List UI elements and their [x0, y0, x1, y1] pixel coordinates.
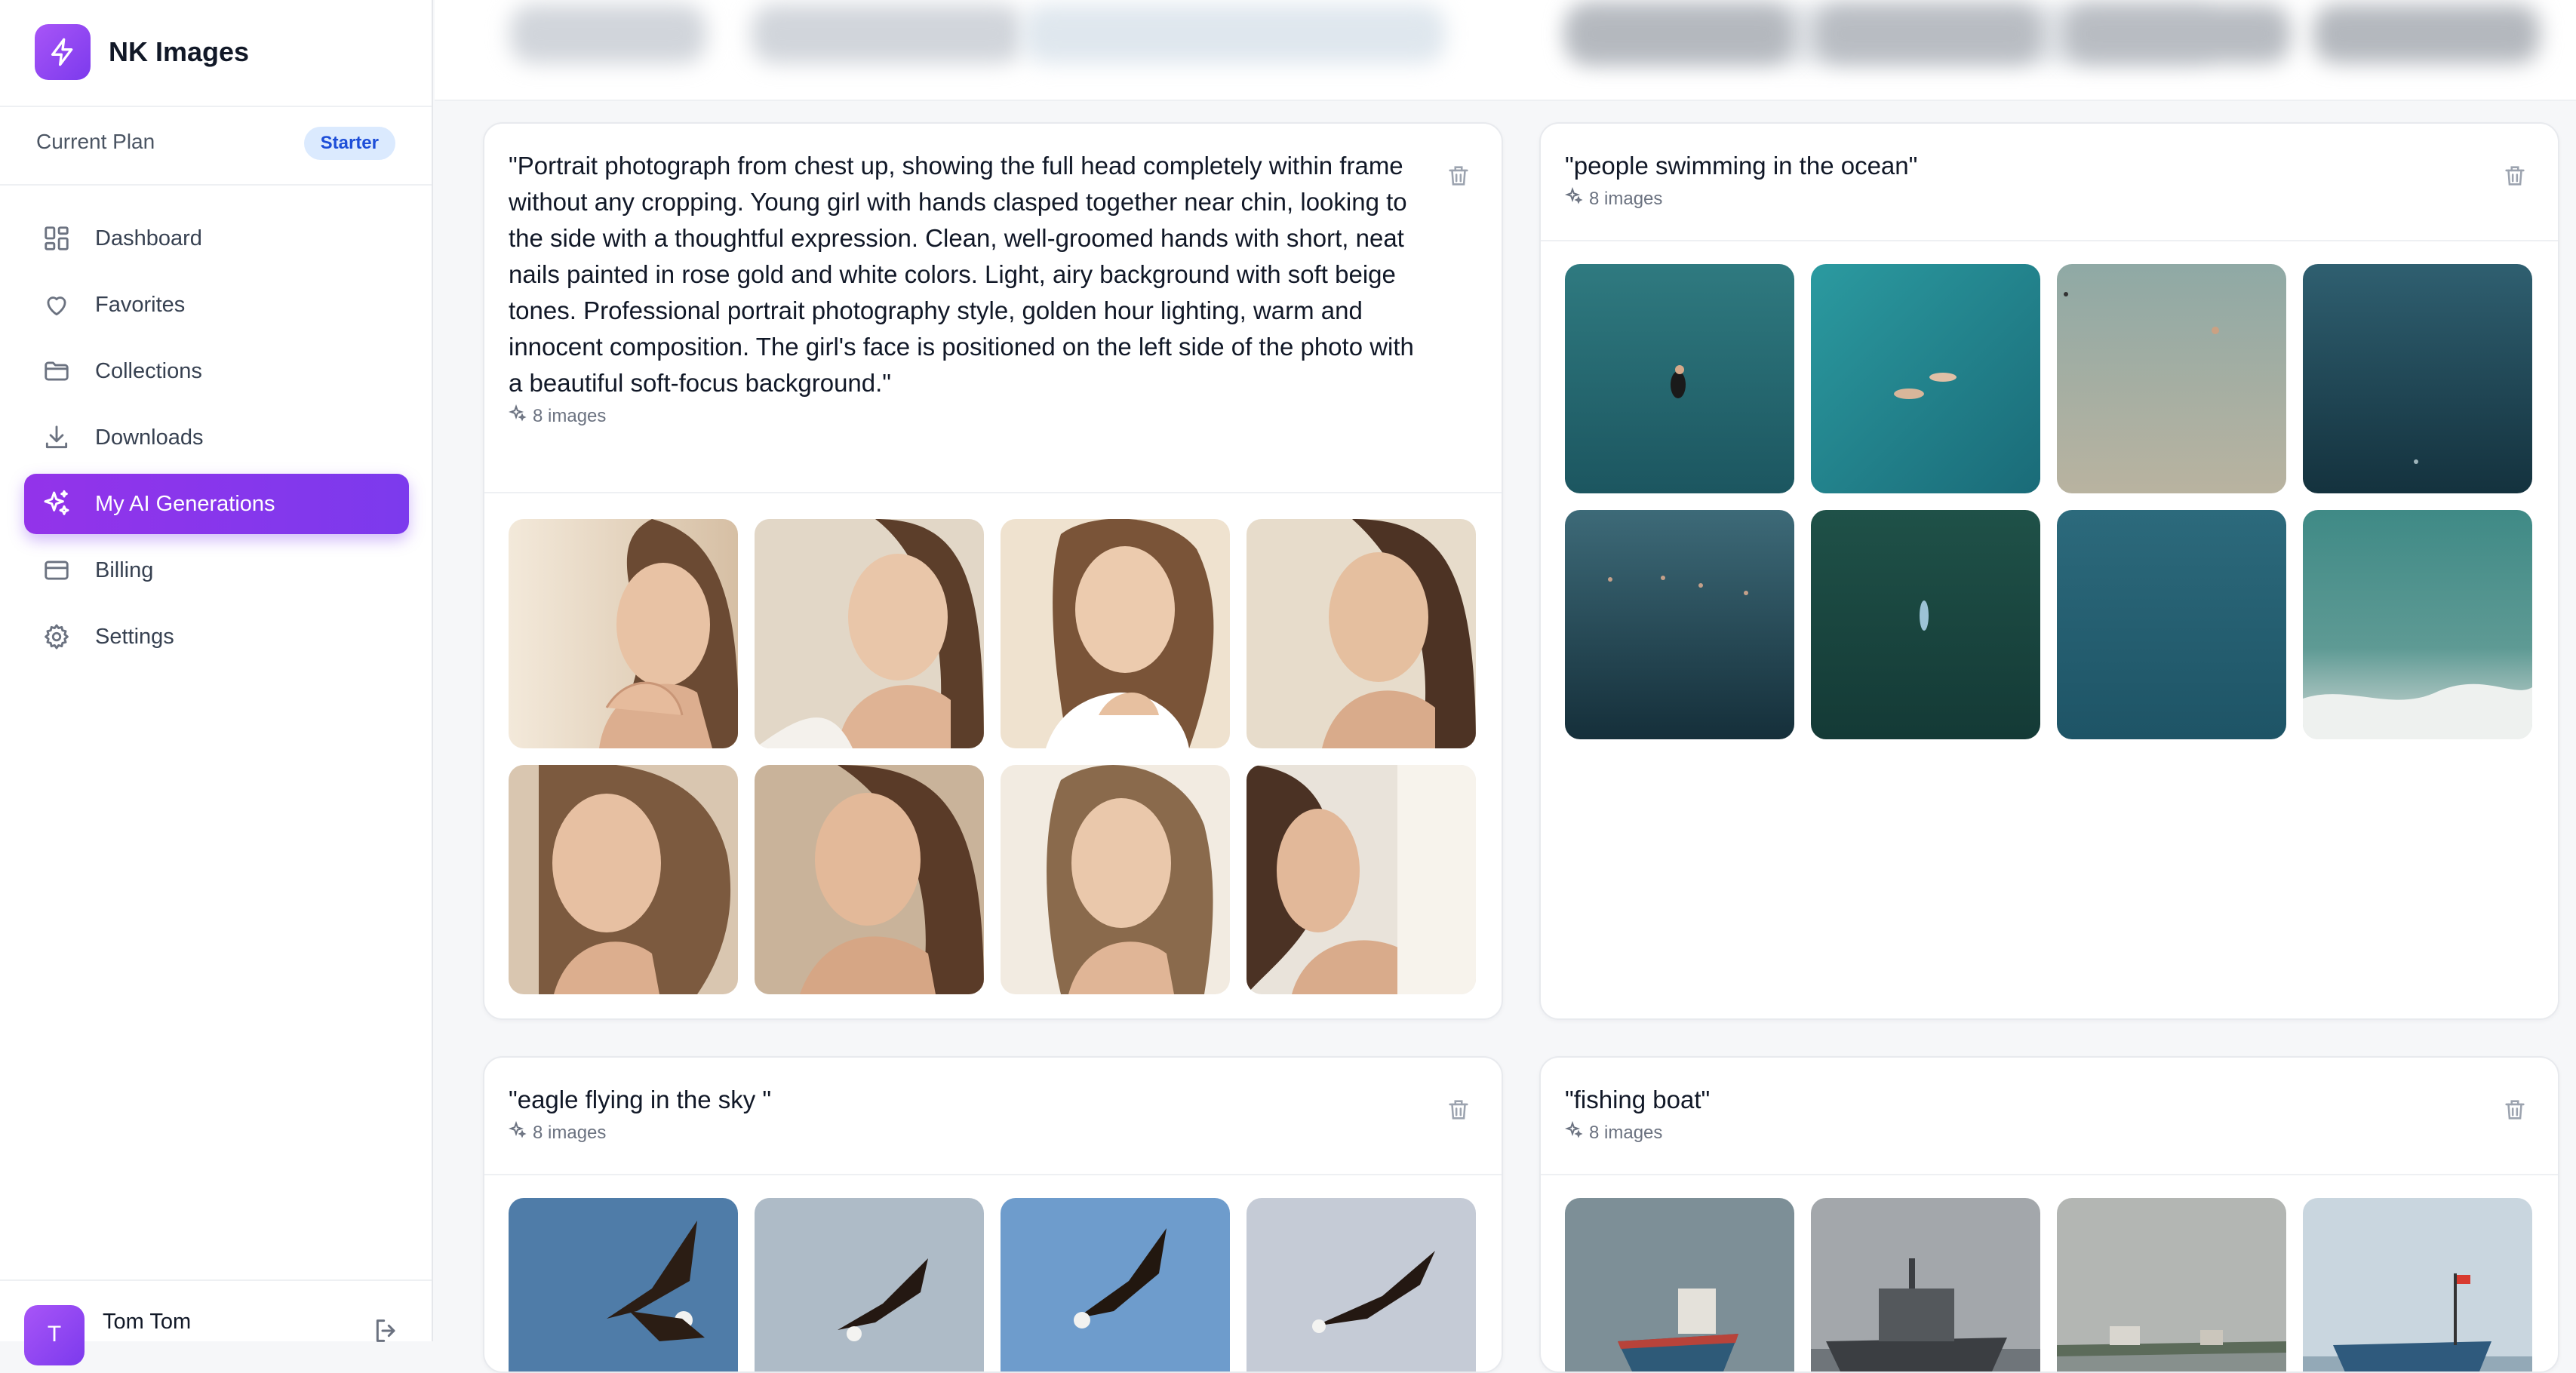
image-thumbnail[interactable]: [1811, 1198, 2040, 1371]
image-thumbnail[interactable]: [1565, 264, 1794, 493]
blurred-control[interactable]: [2313, 5, 2540, 63]
generation-prompt: "eagle flying in the sky ": [509, 1086, 772, 1113]
image-count-label: 8 images: [533, 405, 607, 426]
image-thumbnail[interactable]: [2303, 510, 2532, 739]
blurred-control[interactable]: [1815, 5, 2042, 63]
avatar[interactable]: T: [24, 1305, 85, 1365]
image-thumbnail[interactable]: [755, 765, 984, 994]
dashboard-icon: [41, 223, 72, 254]
sidebar-item-label: Collections: [95, 358, 202, 383]
image-thumbnail[interactable]: [755, 1198, 984, 1371]
brand[interactable]: NK Images: [35, 24, 249, 80]
image-thumbnail[interactable]: [509, 765, 738, 994]
generation-card: "people swimming in the ocean" 8 images: [1539, 122, 2559, 1020]
blurred-control[interactable]: [510, 5, 706, 63]
image-grid: [1565, 1198, 2532, 1371]
image-grid: [509, 519, 1476, 994]
app-name: NK Images: [109, 36, 250, 67]
sidebar-nav: Dashboard Favorites Collections Download…: [24, 208, 409, 673]
plan-badge: Starter: [303, 127, 395, 160]
divider: [1541, 240, 2558, 241]
generation-prompt: "fishing boat": [1565, 1086, 1711, 1113]
trash-icon[interactable]: [2502, 163, 2528, 192]
divider: [1541, 1174, 2558, 1175]
image-thumbnail[interactable]: [755, 519, 984, 748]
sidebar: NK Images Current Plan Starter Dashboard…: [0, 0, 433, 1365]
sidebar-item-label: Favorites: [95, 292, 186, 317]
user-profile[interactable]: T Tom Tom: [0, 1279, 432, 1365]
sparkles-icon: [508, 404, 527, 428]
image-count-label: 8 images: [1589, 188, 1663, 209]
sidebar-item-settings[interactable]: Settings: [24, 607, 409, 667]
sidebar-item-label: Settings: [95, 624, 174, 649]
generation-card: "Portrait photograph from chest up, show…: [483, 122, 1503, 1020]
image-thumbnail[interactable]: [1565, 1198, 1794, 1371]
blurred-control[interactable]: [1023, 5, 1446, 63]
image-thumbnail[interactable]: [1001, 765, 1230, 994]
logout-icon[interactable]: [371, 1316, 401, 1350]
sparkles-icon: [1564, 186, 1583, 210]
sidebar-item-label: Billing: [95, 557, 154, 582]
sidebar-item-collections[interactable]: Collections: [24, 341, 409, 401]
heart-icon: [41, 289, 72, 321]
image-thumbnail[interactable]: [1247, 765, 1476, 994]
bolt-icon: [35, 24, 91, 80]
current-plan: Current Plan Starter: [0, 106, 432, 186]
image-thumbnail[interactable]: [1247, 519, 1476, 748]
image-thumbnail[interactable]: [2303, 1198, 2532, 1371]
blurred-control[interactable]: [2064, 5, 2291, 63]
trash-icon[interactable]: [2502, 1097, 2528, 1126]
image-thumbnail[interactable]: [2057, 264, 2286, 493]
image-count: 8 images: [508, 404, 1434, 428]
plan-label: Current Plan: [36, 130, 155, 153]
download-icon: [41, 422, 72, 453]
image-count: 8 images: [1564, 1120, 2490, 1144]
credit-card-icon: [41, 554, 72, 586]
image-thumbnail[interactable]: [1811, 264, 2040, 493]
image-count-label: 8 images: [1589, 1122, 1663, 1143]
sidebar-item-label: Dashboard: [95, 226, 202, 250]
sparkles-icon: [1564, 1120, 1583, 1144]
blurred-control[interactable]: [752, 5, 1023, 63]
image-thumbnail[interactable]: [2057, 1198, 2286, 1371]
generation-prompt: "Portrait photograph from chest up, show…: [509, 152, 1414, 397]
trash-icon[interactable]: [1446, 1097, 1471, 1126]
image-grid: [1565, 264, 2532, 739]
sparkles-icon: [41, 488, 72, 520]
image-thumbnail[interactable]: [1001, 519, 1230, 748]
user-name: Tom Tom: [103, 1310, 192, 1334]
image-count: 8 images: [1564, 186, 2490, 210]
generation-card: "fishing boat" 8 images: [1539, 1056, 2559, 1373]
sidebar-item-ai-generations[interactable]: My AI Generations: [24, 474, 409, 534]
image-thumbnail[interactable]: [2303, 264, 2532, 493]
blurred-control[interactable]: [1566, 5, 1793, 63]
image-thumbnail[interactable]: [509, 519, 738, 748]
folder-icon: [41, 355, 72, 387]
image-thumbnail[interactable]: [1811, 510, 2040, 739]
divider: [484, 1174, 1502, 1175]
sidebar-item-billing[interactable]: Billing: [24, 540, 409, 600]
sidebar-item-favorites[interactable]: Favorites: [24, 275, 409, 335]
image-thumbnail[interactable]: [1565, 510, 1794, 739]
sidebar-item-dashboard[interactable]: Dashboard: [24, 208, 409, 269]
image-thumbnail[interactable]: [509, 1198, 738, 1371]
gear-icon: [41, 621, 72, 653]
sidebar-item-downloads[interactable]: Downloads: [24, 407, 409, 468]
generation-card: "eagle flying in the sky " 8 images: [483, 1056, 1503, 1373]
sparkles-icon: [508, 1120, 527, 1144]
trash-icon[interactable]: [1446, 163, 1471, 192]
image-thumbnail[interactable]: [1247, 1198, 1476, 1371]
sidebar-item-label: My AI Generations: [95, 491, 275, 516]
sidebar-item-label: Downloads: [95, 425, 204, 450]
image-grid: [509, 1198, 1476, 1371]
filter-bar: [435, 0, 2576, 101]
generation-prompt: "people swimming in the ocean": [1565, 152, 1918, 180]
image-thumbnail[interactable]: [2057, 510, 2286, 739]
image-count: 8 images: [508, 1120, 1434, 1144]
image-thumbnail[interactable]: [1001, 1198, 1230, 1371]
divider: [484, 492, 1502, 493]
image-count-label: 8 images: [533, 1122, 607, 1143]
